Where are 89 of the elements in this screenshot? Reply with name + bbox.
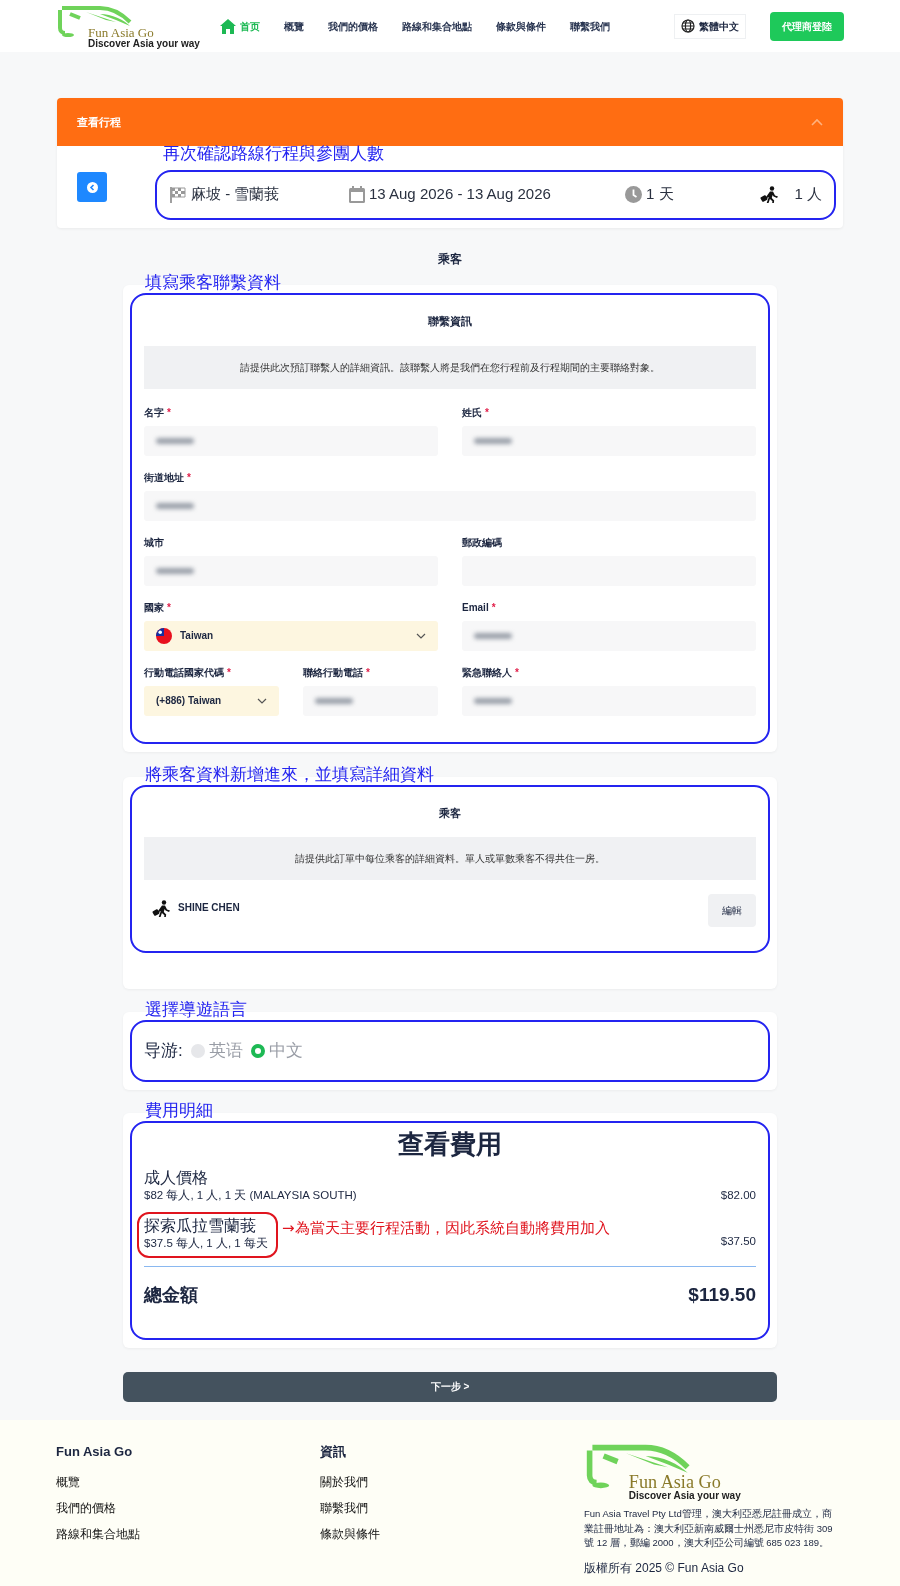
select-field[interactable]: Taiwan [144,620,438,651]
field-label: 國家 [144,601,164,613]
nav-link[interactable]: 聯繫我們 [570,18,610,34]
cost-title: 查看費用 [397,1127,503,1161]
total-amount: $119.50 [688,1283,756,1308]
chevron-up-icon[interactable] [811,118,823,126]
input-field[interactable] [144,425,438,456]
item-name: 探索瓜拉雪蘭莪 [144,1215,257,1236]
checkered-flag-icon [169,186,187,203]
footer-heading: 資訊 [320,1442,347,1461]
traveler-icon [760,186,779,203]
field-label: 城市 [144,536,164,548]
brand-name: Fun Asia Go [88,25,155,39]
footer-heading: Fun Asia Go [56,1442,134,1461]
required-mark: * [167,406,171,418]
back-button[interactable] [77,172,107,202]
input-field[interactable] [462,620,756,651]
calendar-icon [349,186,365,203]
field-label: 街道地址 [144,471,184,483]
item-amount: $82.00 [720,1187,756,1203]
field-label: 姓氏 [462,406,482,418]
annotation-caption: 費用明細 [145,1101,214,1119]
next-button[interactable]: 下一步 > [123,1371,777,1402]
panel-title: 查看行程 [77,114,121,130]
globe-icon [681,19,695,33]
footer-link[interactable]: 我們的價格 [56,1499,320,1518]
required-mark: * [167,601,171,613]
required-mark: * [491,601,496,613]
annotation-caption: 填寫乘客聯繫資料 [145,274,282,291]
required-mark: * [515,666,519,678]
required-mark: * [227,666,231,678]
back-chevron-icon [86,181,98,193]
info-notice: 請提供此次預訂聯繫人的詳細資訊。該聯繫人將是我們在您行程前及行程期間的主要聯絡對象。 [144,345,756,389]
annotation-caption: 將乘客資料新增進來，並填寫詳細資料 [145,765,435,783]
annotation-caption: 選擇導遊語言 [145,1001,248,1018]
people-count: 1 人 [794,184,822,205]
field-label: 行動電話國家代碼 [144,666,224,678]
nav-link[interactable]: 概覽 [284,18,304,34]
company-description: Fun Asia Travel Pty Ltd管理，澳大利亞悉尼註冊成立，商業註冊地址為：澳大利亞新南威爾士州悉尼市皮特街 309 號 12 層，郵編 2000，澳大利亞公司編號 685 023 189。 [584,1506,834,1551]
item-detail: $37.5 每人, 1 人, 1 每天 [144,1236,268,1252]
input-field[interactable] [303,685,438,716]
footer-link[interactable]: 路線和集合地點 [56,1525,320,1544]
edit-button[interactable]: 編輯 [708,894,756,927]
nav-link[interactable]: 條款與條件 [496,18,546,34]
required-mark: * [485,406,489,418]
home-icon [220,18,236,34]
copyright-text: 版權所有 2025 © Fun Asia Go [584,1560,745,1578]
duration-text: 1 天 [646,184,674,205]
footer-link[interactable]: 關於我們 [320,1473,584,1492]
section-heading: 乘客 [437,251,463,268]
field-label: 名字 [144,406,164,418]
footer-link[interactable]: 聯繫我們 [320,1499,584,1518]
field-label: 聯絡行動電話 [303,666,363,678]
field-label: 緊急聯絡人 [462,666,512,678]
item-detail: $82 每人, 1 人, 1 天 (MALAYSIA SOUTH) [144,1187,357,1203]
date-range: 13 Aug 2026 - 13 Aug 2026 [369,184,551,205]
radio-button[interactable] [190,1043,205,1058]
required-mark: * [187,471,191,483]
input-field[interactable] [144,490,756,521]
select-field[interactable]: (+886) Taiwan [144,685,279,716]
list-title: 乘客 [438,805,462,821]
chevron-down-icon [257,697,267,704]
total-label: 總金額 [144,1284,198,1308]
footer-link[interactable]: 概覽 [56,1473,320,1492]
input-field[interactable] [462,685,756,716]
clock-icon [625,186,642,203]
radio-button[interactable] [250,1043,265,1058]
annotation-caption: 再次確認路線行程與參團人數 [163,144,385,162]
footer-link[interactable]: 條款與條件 [320,1525,584,1544]
route-text: 麻坡 - 雪蘭莪 [191,184,280,205]
annotation-note: →為當天主要行程活動，因此系統自動將費用加入 [281,1217,610,1239]
info-notice: 請提供此訂單中每位乘客的詳細資料。單人或單數乘客不得共住一房。 [144,837,756,880]
guide-label: 导游: [144,1040,183,1062]
item-amount: $37.50 [720,1234,756,1250]
traveler-icon [152,900,170,917]
required-mark: * [366,666,370,678]
field-label: 郵政編碼 [462,536,502,548]
input-field[interactable] [462,425,756,456]
nav-link[interactable]: 我們的價格 [328,18,378,34]
field-label: Email [462,601,489,613]
chevron-down-icon [416,632,426,639]
input-field[interactable] [144,555,438,586]
brand-tagline: Discover Asia your way [628,1490,742,1501]
brand-name: Fun Asia Go [628,1472,722,1491]
passenger-name: SHINE CHEN [178,901,240,915]
nav-link[interactable]: 路線和集合地點 [402,18,472,34]
item-name: 成人價格 [144,1167,209,1187]
form-title: 聯繫資訊 [427,314,473,329]
language-button[interactable]: 繁體中文 [674,13,746,39]
